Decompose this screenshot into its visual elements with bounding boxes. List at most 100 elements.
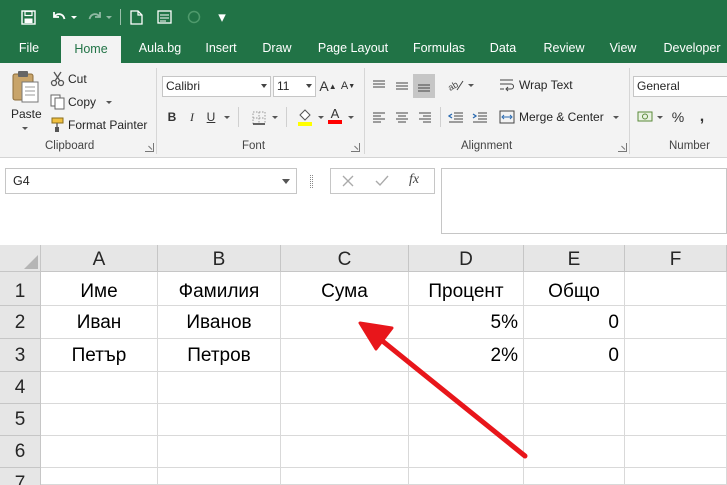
cell-b4[interactable]	[158, 372, 281, 404]
percent-style-button[interactable]: %	[670, 107, 686, 127]
align-right-button[interactable]	[416, 107, 434, 127]
accounting-dropdown-icon[interactable]	[657, 116, 663, 119]
undo-dropdown-icon[interactable]	[69, 7, 79, 27]
circle-icon[interactable]	[185, 7, 203, 27]
cell-c1[interactable]: Сума	[281, 272, 409, 306]
borders-button[interactable]	[250, 108, 268, 128]
tab-view[interactable]: View	[604, 34, 642, 63]
copy-button[interactable]: Copy	[48, 92, 118, 112]
cell-d3[interactable]: 2%	[409, 339, 524, 372]
cell-e3[interactable]: 0	[524, 339, 625, 372]
cell-d5[interactable]	[409, 404, 524, 436]
fill-color-dropdown-icon[interactable]	[318, 116, 324, 119]
column-header-e[interactable]: E	[524, 245, 625, 272]
cell-e6[interactable]	[524, 436, 625, 468]
cell-b2[interactable]: Иванов	[158, 306, 281, 339]
font-color-dropdown-icon[interactable]	[348, 116, 354, 119]
cell-a3[interactable]: Петър	[41, 339, 158, 372]
alignment-launcher-icon[interactable]	[618, 143, 627, 152]
cell-d1[interactable]: Процент	[409, 272, 524, 306]
shrink-font-button[interactable]: A ▼	[340, 76, 356, 96]
number-format-combo[interactable]: General	[633, 76, 727, 97]
redo-icon[interactable]	[86, 7, 104, 27]
top-align-button[interactable]	[370, 75, 388, 95]
cell-f7[interactable]	[625, 468, 727, 485]
format-painter-button[interactable]: Format Painter	[48, 115, 150, 135]
cell-a1[interactable]: Име	[41, 272, 158, 306]
row-header-7[interactable]: 7	[0, 468, 41, 485]
cell-a7[interactable]	[41, 468, 158, 485]
cell-f3[interactable]	[625, 339, 727, 372]
clipboard-launcher-icon[interactable]	[145, 143, 154, 152]
cell-a6[interactable]	[41, 436, 158, 468]
cell-c7[interactable]	[281, 468, 409, 485]
paste-button[interactable]: Paste	[6, 67, 44, 135]
accounting-format-button[interactable]	[636, 107, 654, 127]
tab-developer[interactable]: Developer	[657, 34, 727, 63]
select-all-button[interactable]	[0, 245, 41, 272]
middle-align-button[interactable]	[393, 75, 411, 95]
column-header-d[interactable]: D	[409, 245, 524, 272]
cell-d4[interactable]	[409, 372, 524, 404]
cell-c4[interactable]	[281, 372, 409, 404]
bottom-align-button[interactable]	[413, 74, 435, 98]
font-size-combo[interactable]: 11	[273, 76, 316, 97]
borders-dropdown-icon[interactable]	[272, 116, 278, 119]
tab-home[interactable]: Home	[61, 36, 121, 63]
cell-b6[interactable]	[158, 436, 281, 468]
fill-color-button[interactable]	[296, 107, 314, 127]
cell-e1[interactable]: Общо	[524, 272, 625, 306]
italic-button[interactable]: I	[184, 107, 200, 127]
tab-review[interactable]: Review	[538, 34, 590, 63]
font-name-dropdown-icon[interactable]	[261, 84, 267, 88]
tab-aula[interactable]: Aula.bg	[128, 34, 192, 63]
cell-a5[interactable]	[41, 404, 158, 436]
tab-page-layout[interactable]: Page Layout	[312, 34, 394, 63]
new-document-icon[interactable]	[127, 7, 145, 27]
confirm-entry-icon[interactable]	[374, 174, 390, 188]
cell-b3[interactable]: Петров	[158, 339, 281, 372]
row-header-6[interactable]: 6	[0, 436, 41, 468]
align-left-button[interactable]	[370, 107, 388, 127]
cell-f5[interactable]	[625, 404, 727, 436]
save-icon[interactable]	[18, 7, 38, 27]
tab-insert[interactable]: Insert	[198, 34, 244, 63]
bold-button[interactable]: B	[164, 107, 180, 127]
row-header-3[interactable]: 3	[0, 339, 41, 372]
formula-input[interactable]	[441, 168, 727, 234]
merge-center-dropdown-icon[interactable]	[613, 116, 619, 119]
wrap-text-button[interactable]: Wrap Text	[497, 75, 577, 95]
row-header-4[interactable]: 4	[0, 372, 41, 404]
cell-f2[interactable]	[625, 306, 727, 339]
cancel-entry-icon[interactable]	[341, 174, 355, 188]
cell-b7[interactable]	[158, 468, 281, 485]
redo-dropdown-icon[interactable]	[104, 7, 114, 27]
align-center-button[interactable]	[393, 107, 411, 127]
cell-d6[interactable]	[409, 436, 524, 468]
row-header-1[interactable]: 1	[0, 272, 41, 306]
cell-d2[interactable]: 5%	[409, 306, 524, 339]
cell-b1[interactable]: Фамилия	[158, 272, 281, 306]
row-header-2[interactable]: 2	[0, 306, 41, 339]
orientation-button[interactable]: ab	[446, 75, 466, 95]
orientation-dropdown-icon[interactable]	[468, 84, 474, 87]
underline-dropdown-icon[interactable]	[224, 116, 230, 119]
font-launcher-icon[interactable]	[351, 143, 360, 152]
paste-dropdown-icon[interactable]	[22, 127, 28, 130]
underline-button[interactable]: U	[203, 107, 219, 127]
column-header-f[interactable]: F	[625, 245, 727, 272]
cut-button[interactable]: Cut	[48, 69, 108, 89]
cell-a2[interactable]: Иван	[41, 306, 158, 339]
decrease-indent-button[interactable]	[446, 107, 466, 127]
cell-e5[interactable]	[524, 404, 625, 436]
cell-c3[interactable]	[281, 339, 409, 372]
cell-e7[interactable]	[524, 468, 625, 485]
cell-e2[interactable]: 0	[524, 306, 625, 339]
formula-bar-grip[interactable]	[310, 175, 313, 188]
font-size-dropdown-icon[interactable]	[306, 84, 312, 88]
row-header-5[interactable]: 5	[0, 404, 41, 436]
cell-f6[interactable]	[625, 436, 727, 468]
cell-d7[interactable]	[409, 468, 524, 485]
cell-b5[interactable]	[158, 404, 281, 436]
name-box-dropdown-icon[interactable]	[282, 179, 290, 184]
